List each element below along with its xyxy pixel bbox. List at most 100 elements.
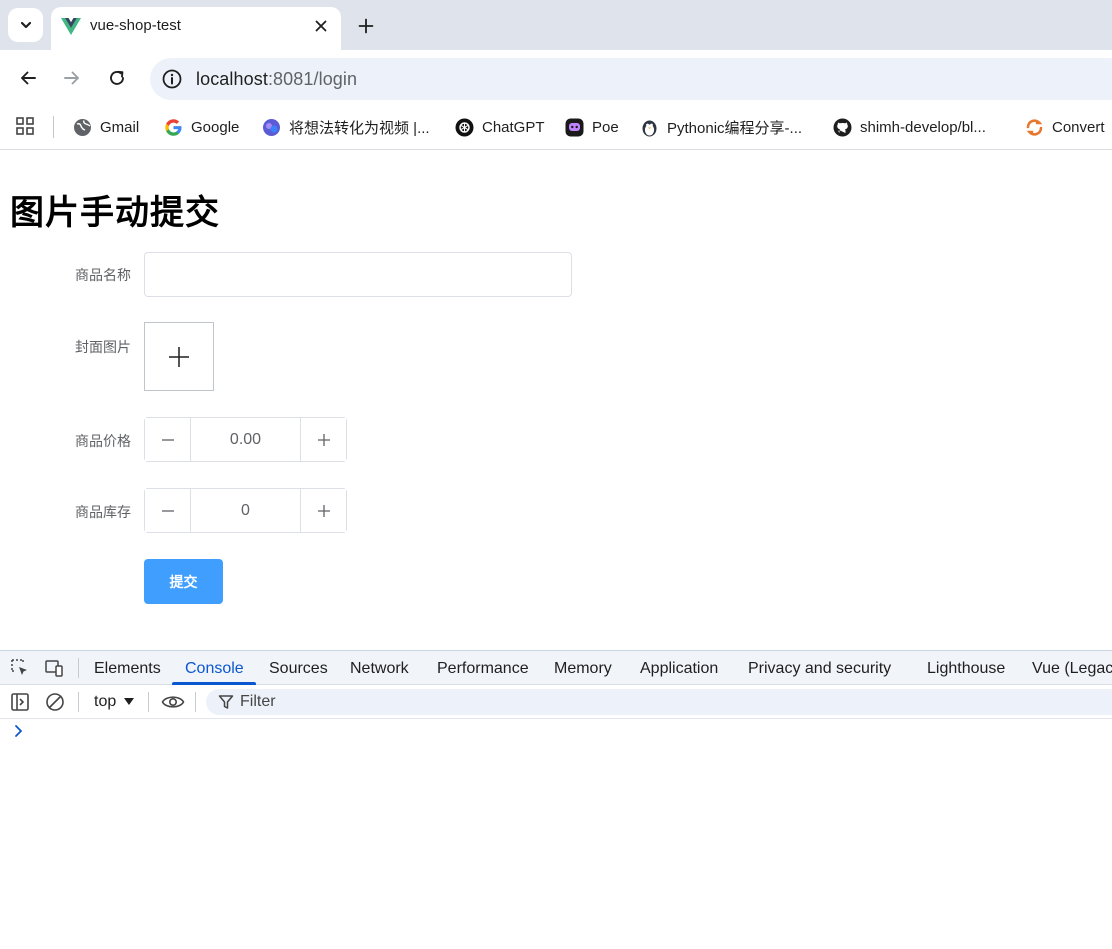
bookmark-video[interactable]: 将想法转化为视频 |... <box>262 115 430 139</box>
bookmark-chatgpt[interactable]: ChatGPT <box>455 115 545 139</box>
tab-search-button[interactable] <box>8 8 43 42</box>
url-text: localhost:8081/login <box>196 69 357 90</box>
globe-icon <box>74 118 91 136</box>
plus-icon <box>317 504 330 517</box>
devtools-separator <box>78 658 79 678</box>
price-increase-button[interactable] <box>300 418 346 461</box>
console-toolbar: top Filter <box>0 685 1112 719</box>
filter-placeholder: Filter <box>240 693 276 710</box>
reload-icon <box>110 70 124 85</box>
back-button[interactable] <box>14 64 42 92</box>
site-info-icon[interactable] <box>161 68 183 90</box>
caret-down-icon <box>124 698 135 705</box>
execution-context-value: top <box>94 693 117 710</box>
bookmark-label: Google <box>191 118 240 136</box>
price-decrease-button[interactable] <box>145 418 191 461</box>
close-icon <box>315 20 327 32</box>
minus-icon <box>161 438 174 441</box>
penguin-icon <box>642 120 657 136</box>
product-stock-stepper: 0 <box>144 488 347 533</box>
bookmark-label: ChatGPT <box>482 118 545 136</box>
google-icon <box>165 118 182 136</box>
product-price-label: 商品价格 <box>75 433 131 449</box>
reload-button[interactable] <box>103 64 131 92</box>
tab-close-button[interactable] <box>309 14 333 38</box>
inspect-element-icon[interactable] <box>10 658 30 678</box>
bookmark-label: 将想法转化为视频 |... <box>289 119 430 137</box>
bookmark-gmail[interactable]: Gmail <box>73 115 139 139</box>
apps-grid-icon[interactable] <box>15 116 35 136</box>
plus-icon <box>317 433 330 446</box>
device-toolbar-icon[interactable] <box>44 658 64 678</box>
browser-toolbar: localhost:8081/login <box>0 50 1112 106</box>
eye-icon[interactable] <box>161 692 185 712</box>
url-host: localhost <box>196 69 268 89</box>
console-filter-input[interactable]: Filter <box>206 689 1112 715</box>
console-toolbar-separator <box>148 692 149 712</box>
chevron-down-icon <box>20 21 31 29</box>
devtools-tab-vue[interactable]: Vue (Legacy) <box>1032 660 1112 678</box>
page-title: 图片手动提交 <box>10 194 220 232</box>
clear-console-icon[interactable] <box>45 692 65 712</box>
bookmark-google[interactable]: Google <box>164 115 239 139</box>
devtools-panel: Elements Console Sources Network Perform… <box>0 650 1112 949</box>
devtools-tabbar: Elements Console Sources Network Perform… <box>0 651 1112 685</box>
poe-icon <box>565 118 584 136</box>
bookmark-poe[interactable]: Poe <box>565 115 619 139</box>
execution-context-select[interactable]: top <box>94 693 135 711</box>
submit-button[interactable]: 提交 <box>144 559 223 604</box>
convert-icon <box>1026 118 1043 136</box>
bookmark-label: Pythonic编程分享-... <box>667 119 803 137</box>
forward-button[interactable] <box>58 64 86 92</box>
devtools-tab-memory[interactable]: Memory <box>554 660 612 678</box>
address-bar[interactable]: localhost:8081/login <box>150 58 1112 100</box>
bookmark-pythonic[interactable]: Pythonic编程分享-... <box>640 115 802 139</box>
devtools-tab-lighthouse[interactable]: Lighthouse <box>927 660 1005 678</box>
bookmark-label: Poe <box>592 118 619 136</box>
bookmark-label: Convert <box>1052 118 1105 136</box>
github-icon <box>833 118 852 136</box>
browser-tabstrip: vue-shop-test <box>0 0 1112 50</box>
plus-icon <box>169 346 189 367</box>
bookmark-github[interactable]: shimh-develop/bl... <box>833 115 986 139</box>
chatgpt-icon <box>455 118 474 136</box>
cover-image-label: 封面图片 <box>75 339 131 355</box>
tab-title: vue-shop-test <box>90 17 181 34</box>
browser-tab-active[interactable]: vue-shop-test <box>51 7 341 50</box>
console-prompt-chevron-icon[interactable] <box>13 724 25 738</box>
sidebar-toggle-icon[interactable] <box>10 692 30 712</box>
cover-image-uploader[interactable] <box>144 322 214 391</box>
video-ai-icon <box>263 118 280 136</box>
devtools-tab-application[interactable]: Application <box>640 660 718 678</box>
console-toolbar-separator <box>195 692 196 712</box>
product-name-input[interactable] <box>144 252 572 297</box>
price-value[interactable]: 0.00 <box>191 418 300 461</box>
devtools-tab-sources[interactable]: Sources <box>269 660 328 678</box>
bookmark-convert[interactable]: Convert <box>1025 115 1105 139</box>
stock-increase-button[interactable] <box>300 489 346 532</box>
new-tab-button[interactable] <box>352 12 380 40</box>
plus-icon <box>358 18 374 34</box>
console-toolbar-separator <box>78 692 79 712</box>
arrow-right-icon <box>64 71 79 85</box>
filter-icon <box>218 695 234 709</box>
devtools-tab-network[interactable]: Network <box>350 660 409 678</box>
devtools-tab-elements[interactable]: Elements <box>94 660 161 678</box>
arrow-left-icon <box>21 71 36 85</box>
bookmark-label: Gmail <box>100 118 140 136</box>
bookmark-label: shimh-develop/bl... <box>860 118 986 136</box>
stock-value[interactable]: 0 <box>191 489 300 532</box>
vue-logo-icon <box>61 18 81 35</box>
product-price-stepper: 0.00 <box>144 417 347 462</box>
minus-icon <box>161 509 174 512</box>
stock-decrease-button[interactable] <box>145 489 191 532</box>
bookmarks-bar: Gmail Google 将想法转化为视频 |... ChatGPT Poe P… <box>0 106 1112 150</box>
product-name-label: 商品名称 <box>75 267 131 283</box>
bookmarks-divider <box>53 116 54 138</box>
url-path: :8081/login <box>267 69 358 89</box>
devtools-tab-privacy[interactable]: Privacy and security <box>748 660 891 678</box>
product-stock-label: 商品库存 <box>75 504 131 520</box>
page-content: 图片手动提交 商品名称 封面图片 商品价格 0.00 商品库存 0 提交 <box>0 151 1112 650</box>
devtools-tab-console[interactable]: Console <box>185 660 244 678</box>
devtools-tab-performance[interactable]: Performance <box>437 660 529 678</box>
